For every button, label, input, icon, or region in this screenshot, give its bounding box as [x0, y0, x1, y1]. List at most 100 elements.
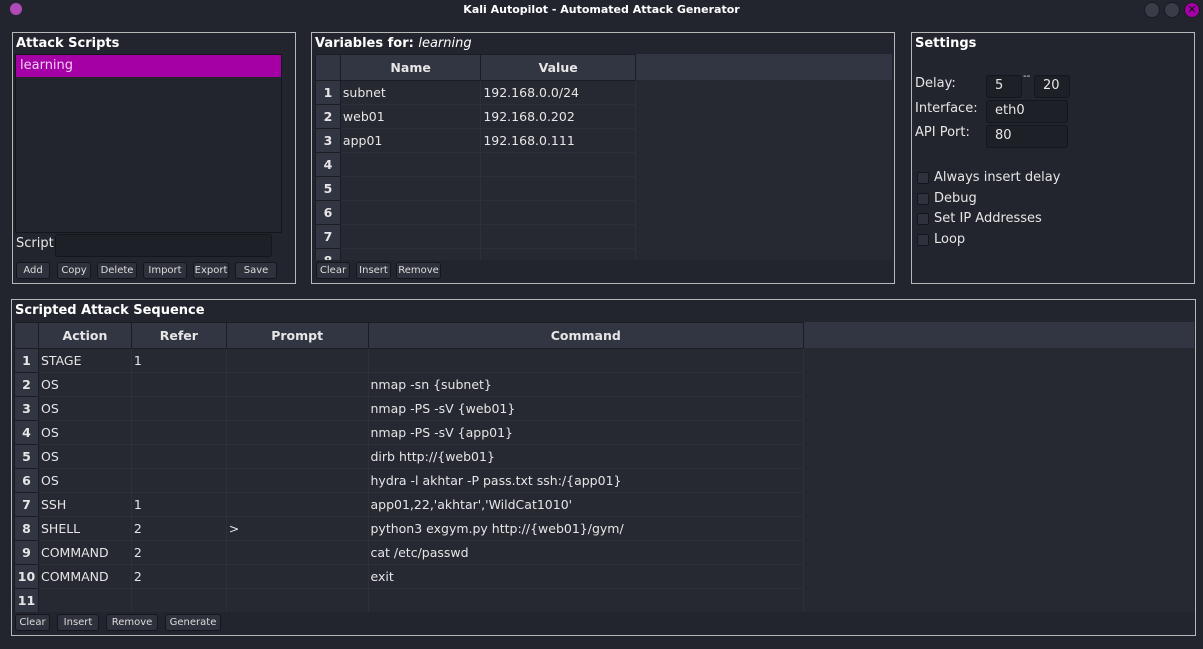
table-cell[interactable]: > — [225, 516, 369, 541]
table-row[interactable]: 7 — [315, 224, 636, 249]
table-cell[interactable]: nmap -sn {subnet} — [367, 372, 804, 397]
table-cell[interactable] — [225, 492, 369, 517]
column-header-command[interactable]: Command — [367, 322, 804, 349]
clear-variables-button[interactable]: Clear — [316, 262, 350, 279]
loop-checkbox[interactable]: Loop — [917, 232, 965, 247]
table-cell[interactable]: app01,22,'akhtar','WildCat1010' — [367, 492, 804, 517]
interface-input[interactable]: eth0 — [986, 100, 1068, 123]
column-header-name[interactable]: Name — [339, 54, 482, 81]
table-cell[interactable]: 192.168.0.0/24 — [480, 80, 636, 105]
row-number[interactable]: 1 — [14, 348, 39, 373]
generate-button[interactable]: Generate — [165, 614, 221, 631]
row-number[interactable]: 11 — [14, 588, 39, 612]
table-cell[interactable] — [339, 152, 482, 177]
table-cell[interactable] — [37, 588, 132, 612]
table-row[interactable]: 6 — [315, 200, 636, 225]
table-row[interactable]: 5 — [315, 176, 636, 201]
table-row[interactable]: 3 app01 192.168.0.111 — [315, 128, 636, 153]
table-cell[interactable]: SSH — [37, 492, 132, 517]
export-button[interactable]: Export — [193, 262, 229, 279]
table-cell[interactable]: OS — [37, 468, 132, 493]
table-cell[interactable]: COMMAND — [37, 540, 132, 565]
table-row[interactable]: 1 STAGE 1 — [14, 348, 804, 373]
column-header-value[interactable]: Value — [480, 54, 636, 81]
table-cell[interactable]: SHELL — [37, 516, 132, 541]
row-number[interactable]: 10 — [14, 564, 39, 589]
table-cell[interactable] — [339, 248, 482, 260]
table-cell[interactable] — [480, 176, 636, 201]
row-number[interactable]: 6 — [14, 468, 39, 493]
column-header-action[interactable]: Action — [37, 322, 132, 349]
api-port-input[interactable]: 80 — [986, 125, 1068, 148]
table-cell[interactable]: STAGE — [37, 348, 132, 373]
table-cell[interactable] — [130, 444, 227, 469]
row-number[interactable]: 8 — [14, 516, 39, 541]
save-button[interactable]: Save — [235, 262, 277, 279]
clear-sequence-button[interactable]: Clear — [15, 614, 50, 631]
table-cell[interactable] — [225, 468, 369, 493]
table-cell[interactable]: 2 — [130, 564, 227, 589]
table-cell[interactable] — [339, 224, 482, 249]
checkbox-box[interactable] — [917, 171, 929, 184]
row-number[interactable]: 3 — [315, 128, 341, 153]
table-cell[interactable]: 192.168.0.202 — [480, 104, 636, 129]
table-cell[interactable]: python3 exgym.py http://{web01}/gym/ — [367, 516, 804, 541]
table-cell[interactable] — [225, 588, 369, 612]
row-number[interactable]: 5 — [315, 176, 341, 201]
table-cell[interactable] — [225, 372, 369, 397]
row-number[interactable]: 8 — [315, 248, 341, 260]
table-row[interactable]: 11 — [14, 588, 804, 612]
table-cell[interactable] — [130, 396, 227, 421]
table-cell[interactable] — [339, 176, 482, 201]
copy-button[interactable]: Copy — [57, 262, 91, 279]
table-cell[interactable]: exit — [367, 564, 804, 589]
scripts-list[interactable]: learning — [15, 54, 282, 233]
table-cell[interactable]: OS — [37, 396, 132, 421]
table-row[interactable]: 7 SSH 1 app01,22,'akhtar','WildCat1010' — [14, 492, 804, 517]
table-cell[interactable]: COMMAND — [37, 564, 132, 589]
checkbox-box[interactable] — [917, 212, 929, 225]
table-cell[interactable] — [225, 540, 369, 565]
table-row[interactable]: 9 COMMAND 2 cat /etc/passwd — [14, 540, 804, 565]
table-cell[interactable]: OS — [37, 444, 132, 469]
row-number[interactable]: 6 — [315, 200, 341, 225]
table-cell[interactable]: 1 — [130, 492, 227, 517]
table-cell[interactable] — [480, 200, 636, 225]
add-button[interactable]: Add — [16, 262, 50, 279]
table-cell[interactable]: cat /etc/passwd — [367, 540, 804, 565]
table-cell[interactable] — [367, 348, 804, 373]
row-number[interactable]: 2 — [315, 104, 341, 129]
table-cell[interactable]: OS — [37, 372, 132, 397]
row-number[interactable]: 1 — [315, 80, 341, 105]
list-item[interactable]: learning — [16, 55, 281, 77]
table-row[interactable]: 4 — [315, 152, 636, 177]
row-number[interactable]: 2 — [14, 372, 39, 397]
remove-sequence-button[interactable]: Remove — [106, 614, 158, 631]
table-cell[interactable]: subnet — [339, 80, 482, 105]
table-cell[interactable]: 1 — [130, 348, 227, 373]
table-cell[interactable]: nmap -PS -sV {app01} — [367, 420, 804, 445]
table-cell[interactable] — [339, 200, 482, 225]
table-cell[interactable] — [480, 248, 636, 260]
set-ip-addresses-checkbox[interactable]: Set IP Addresses — [917, 211, 1042, 226]
table-cell[interactable] — [480, 224, 636, 249]
debug-checkbox[interactable]: Debug — [917, 191, 977, 206]
delete-button[interactable]: Delete — [97, 262, 137, 279]
table-cell[interactable]: web01 — [339, 104, 482, 129]
table-cell[interactable]: dirb http://{web01} — [367, 444, 804, 469]
table-row[interactable]: 10 COMMAND 2 exit — [14, 564, 804, 589]
table-cell[interactable]: 2 — [130, 516, 227, 541]
table-cell[interactable] — [225, 420, 369, 445]
maximize-button[interactable] — [1164, 2, 1180, 18]
table-cell[interactable]: 2 — [130, 540, 227, 565]
row-number[interactable]: 4 — [315, 152, 341, 177]
table-row[interactable]: 8 — [315, 248, 636, 260]
delay-max-input[interactable]: 20 — [1034, 75, 1070, 98]
table-cell[interactable]: app01 — [339, 128, 482, 153]
table-cell[interactable]: OS — [37, 420, 132, 445]
table-row[interactable]: 3 OS nmap -PS -sV {web01} — [14, 396, 804, 421]
always-insert-delay-checkbox[interactable]: Always insert delay — [917, 170, 1060, 185]
column-header-prompt[interactable]: Prompt — [225, 322, 369, 349]
insert-variable-button[interactable]: Insert — [356, 262, 391, 279]
table-cell[interactable]: 192.168.0.111 — [480, 128, 636, 153]
